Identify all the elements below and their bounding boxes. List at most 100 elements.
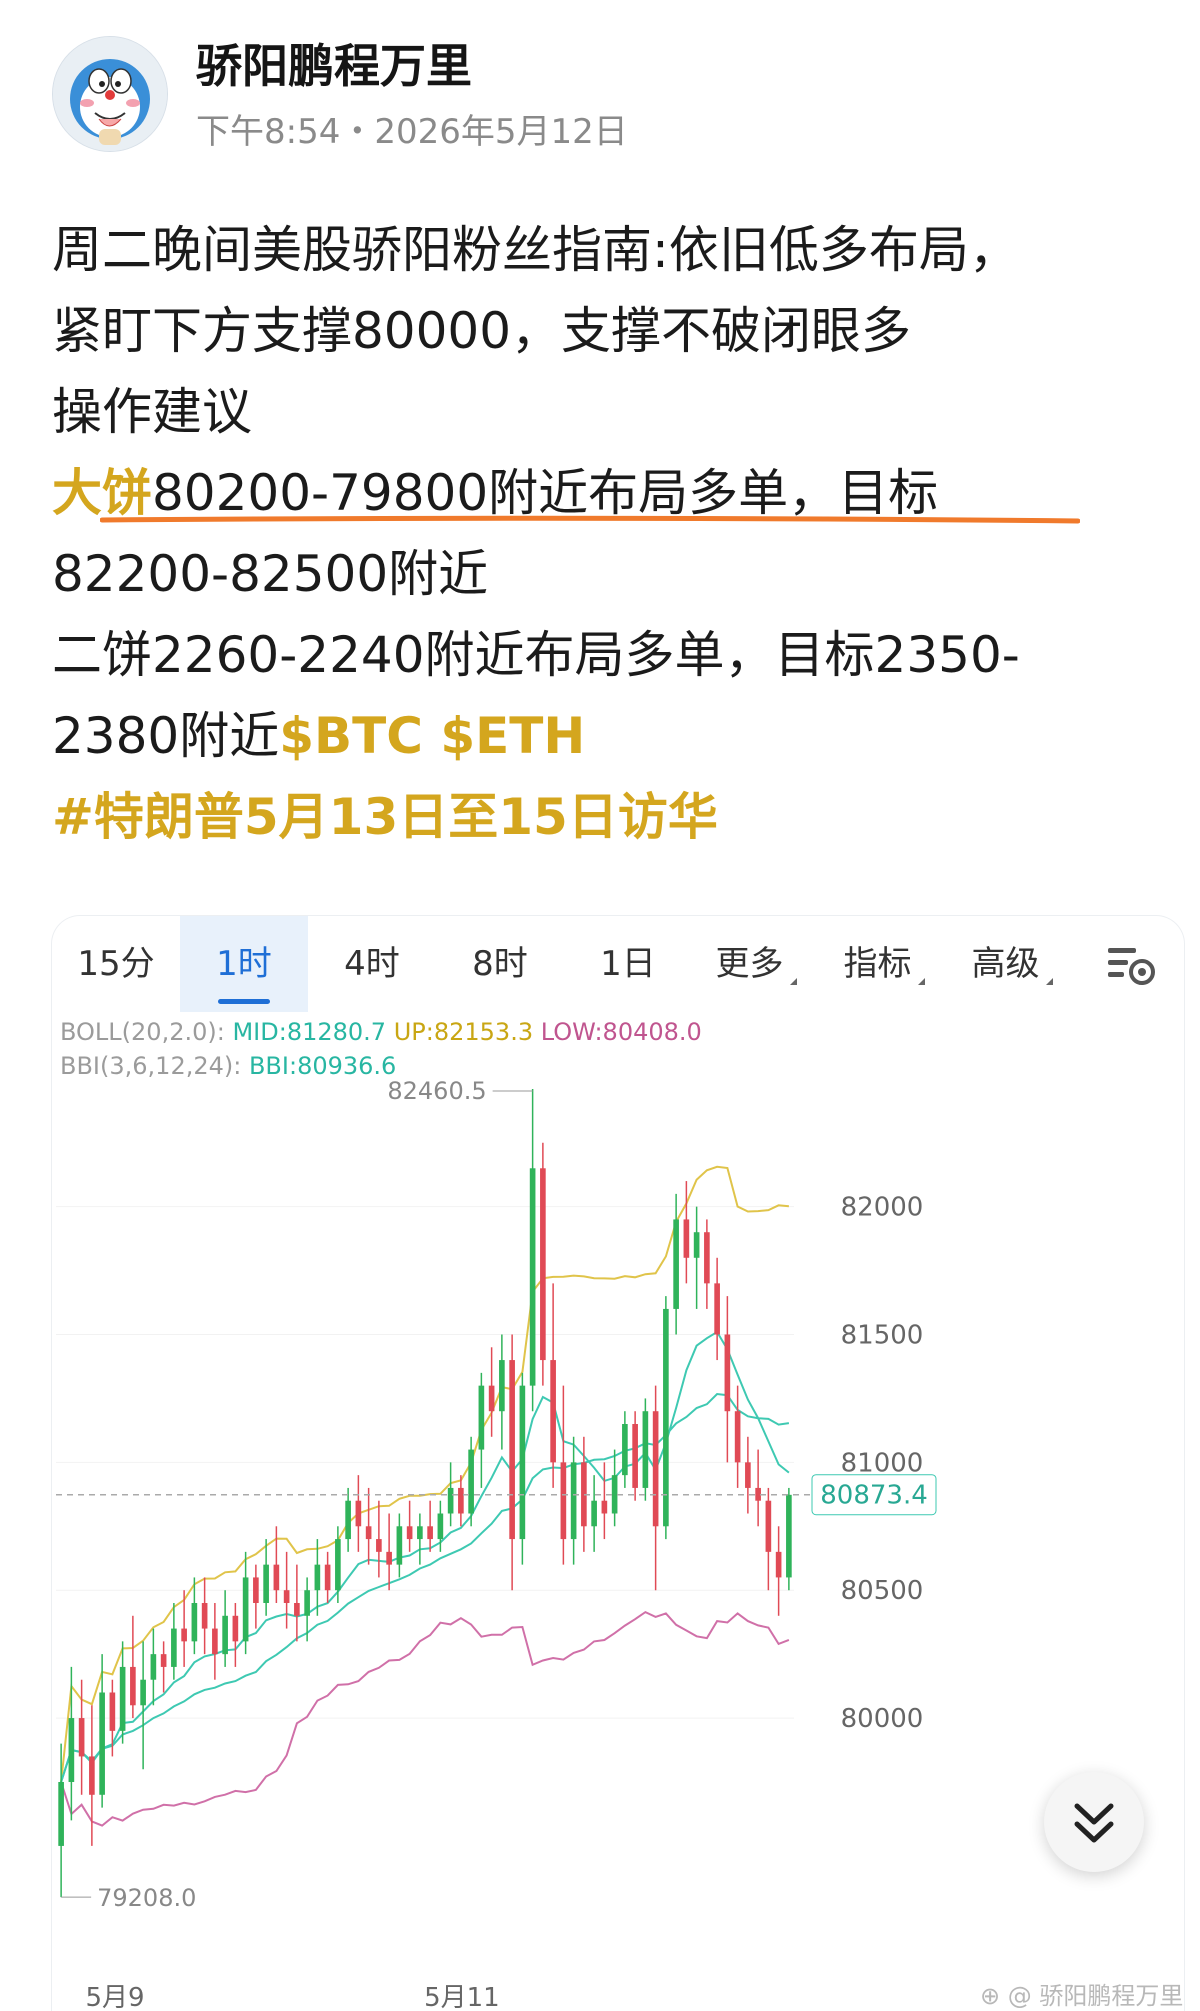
candle-body <box>591 1500 597 1527</box>
candle-body <box>365 1526 372 1540</box>
avatar[interactable] <box>52 36 168 152</box>
scroll-down-button[interactable] <box>1044 1772 1144 1872</box>
candle-body <box>263 1564 269 1603</box>
candle-body <box>406 1526 413 1540</box>
candle-body <box>570 1462 577 1540</box>
candle-body <box>191 1603 198 1642</box>
post-line: 2380附近$BTC $ETH <box>52 696 1162 777</box>
post-line: 二饼2260-2240附近布局多单，目标2350- <box>52 626 1020 684</box>
y-tick-label: 81500 <box>841 1321 924 1351</box>
candlestick-chart[interactable]: 82000 81500 81000 80500 80000 82460.5 79208.0 8… <box>52 916 1184 2011</box>
high-price-label: 82460.5 <box>387 1077 486 1105</box>
candle-body <box>242 1577 249 1642</box>
candle-body <box>704 1232 710 1284</box>
candle-body <box>499 1360 505 1412</box>
candle-body <box>109 1692 116 1731</box>
x-tick-label: 5月11 <box>424 1983 500 2011</box>
post-line: 周二晚间美股骄阳粉丝指南:依旧低多布局， <box>52 221 1019 279</box>
candle-body <box>693 1232 700 1258</box>
hashtag-link[interactable]: #特朗普5月13日至15日访华 <box>52 777 1162 858</box>
candle-body <box>345 1500 351 1540</box>
candle-body <box>611 1475 618 1514</box>
candle-body <box>714 1283 720 1335</box>
candle-body <box>386 1551 392 1565</box>
orange-underline-annotation <box>100 515 1080 524</box>
post-line-text: 2380附近 <box>52 707 280 765</box>
post-line: 操作建议 <box>52 383 252 441</box>
candle-body <box>447 1487 454 1514</box>
y-tick-label: 82000 <box>841 1193 924 1223</box>
candle-body <box>509 1360 515 1540</box>
watermark: ⊕ @ 骄阳鹏程万里 <box>980 1982 1184 2010</box>
candle-body <box>673 1219 679 1309</box>
candle-body <box>622 1424 628 1476</box>
candle-body <box>529 1168 536 1386</box>
bbi-line <box>60 1330 790 1783</box>
candle-body <box>376 1539 382 1552</box>
cashtag-links[interactable]: $BTC $ETH <box>279 707 585 765</box>
candle-body <box>396 1526 403 1565</box>
candle-body <box>775 1551 782 1578</box>
y-tick-label: 80500 <box>841 1576 924 1606</box>
candle-body <box>478 1385 485 1450</box>
candle-body <box>58 1782 64 1846</box>
post-timestamp: 下午8:54・2026年5月12日 <box>196 112 628 152</box>
candle-body <box>437 1513 444 1540</box>
post-header: 骄阳鹏程万里 下午8:54・2026年5月12日 <box>0 0 1200 170</box>
candle-body <box>99 1692 105 1795</box>
candle-body <box>724 1334 731 1412</box>
candle-body <box>68 1718 75 1782</box>
candle-body <box>171 1628 177 1667</box>
candle-body <box>160 1654 167 1667</box>
candle-body <box>540 1168 546 1361</box>
candle-body <box>560 1462 567 1540</box>
candle-body <box>663 1308 669 1527</box>
candle-body <box>150 1654 157 1680</box>
candle-body <box>550 1360 556 1463</box>
candle-body <box>130 1666 136 1706</box>
candle-body <box>253 1577 259 1603</box>
candle-body <box>335 1539 341 1591</box>
candle-body <box>181 1628 187 1642</box>
candle-body <box>283 1590 290 1603</box>
current-price-label: 80873.4 <box>820 1481 928 1511</box>
y-tick-label: 81000 <box>841 1448 924 1478</box>
kline-chart-card[interactable]: 15分 1时 4时 8时 1日 更多 指标 高级 BOLL(20,2.0): M… <box>52 916 1184 2011</box>
watermark-author: 骄阳鹏程万里 <box>1039 1982 1184 2010</box>
candle-body <box>212 1628 218 1655</box>
candle-body <box>324 1564 331 1591</box>
candle-body <box>140 1679 146 1706</box>
candle-body <box>683 1219 690 1258</box>
candle-body <box>652 1411 659 1527</box>
candle-body <box>734 1411 741 1463</box>
candle-body <box>273 1564 280 1591</box>
candle-body <box>745 1462 751 1488</box>
candle-body <box>314 1564 321 1591</box>
post-body: 周二晚间美股骄阳粉丝指南:依旧低多布局， 紧盯下方支撑80000，支撑不破闭眼多… <box>52 210 1162 858</box>
candle-body <box>417 1526 423 1540</box>
avatar-image <box>53 37 167 151</box>
candle-body <box>601 1500 608 1514</box>
author-name[interactable]: 骄阳鹏程万里 <box>196 30 472 96</box>
boll-upper-line <box>60 1165 789 1783</box>
post-line: 紧盯下方支撑80000，支撑不破闭眼多 <box>52 302 912 360</box>
candle-body <box>78 1718 85 1757</box>
candle-body <box>519 1385 526 1540</box>
boll-lower-line <box>60 1610 790 1827</box>
candle-body <box>232 1615 239 1642</box>
candle-body <box>294 1603 300 1616</box>
boll-mid-line <box>60 1392 790 1783</box>
candle-body <box>304 1590 310 1616</box>
candle-body <box>222 1615 228 1655</box>
candle-body <box>642 1411 649 1488</box>
candle-body <box>786 1494 792 1578</box>
candle-body <box>89 1756 95 1795</box>
candle-body <box>119 1666 126 1731</box>
candle-body <box>488 1385 495 1412</box>
candle-body <box>468 1449 474 1514</box>
candle-body <box>201 1603 208 1629</box>
low-price-label: 79208.0 <box>97 1884 196 1912</box>
candle-body <box>355 1500 362 1527</box>
candle-body <box>632 1424 638 1488</box>
candle-body <box>765 1500 772 1552</box>
